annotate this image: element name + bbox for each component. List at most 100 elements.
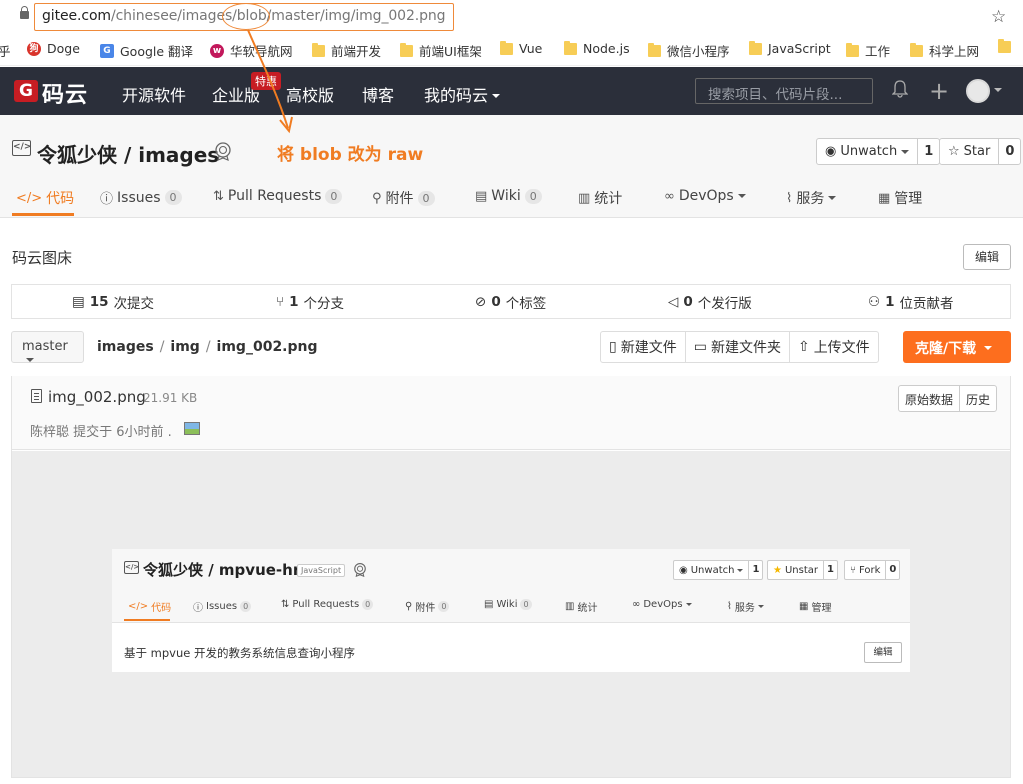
tab-count: 0	[325, 188, 343, 204]
medal-icon[interactable]	[214, 141, 232, 161]
stat-tags[interactable]: ⊘ 0 个标签	[475, 292, 546, 312]
new-folder-icon: ▭	[693, 339, 707, 355]
stat-contributors[interactable]: ⚇ 1 位贡献者	[868, 292, 954, 312]
preview-tab-pull-requests: ⇅ Pull Requests 0	[281, 599, 374, 610]
tab-wiki[interactable]: ▤ Wiki 0	[475, 188, 542, 204]
tab-issues[interactable]: ⓘ Issues 0	[100, 188, 182, 207]
browser-url-bar: gitee.com/chinesee/images/blob/master/im…	[0, 0, 1023, 34]
watch-count: 1	[748, 561, 762, 579]
new-file-button[interactable]: ▯ 新建文件	[601, 332, 686, 362]
stat-number: 1	[885, 294, 895, 310]
bookmark-item[interactable]: G Google 翻译	[100, 41, 193, 60]
new-folder-button[interactable]: ▭ 新建文件夹	[686, 332, 790, 362]
bookmark-folder[interactable]: 前端UI框架	[400, 41, 482, 60]
tab-label: Pull Requests	[227, 188, 322, 204]
bar-chart-icon: ▥	[565, 601, 575, 612]
file-view-buttons: 原始数据 历史	[898, 385, 998, 412]
plus-icon[interactable]: +	[929, 77, 949, 105]
stat-commits[interactable]: ▤ 15 次提交	[72, 292, 154, 312]
preview-tab-code: </> 代码	[128, 599, 171, 614]
pulse-icon: ⌇	[727, 601, 732, 612]
tab-statistics[interactable]: ▥ 统计	[578, 188, 622, 208]
bookmark-folder[interactable]: JavaScript	[749, 40, 831, 56]
upload-file-button[interactable]: ⇧ 上传文件	[790, 332, 878, 362]
star-count[interactable]: 0	[998, 139, 1020, 164]
tab-label: Issues	[206, 601, 238, 612]
tab-attachments[interactable]: ⚲ 附件 0	[372, 188, 435, 208]
bookmark-folder[interactable]: 科学上网	[910, 41, 979, 60]
bookmark-label: 前端UI框架	[419, 44, 482, 59]
file-name: img_002.png	[48, 388, 146, 406]
bookmark-folder[interactable]: Node.js	[564, 40, 630, 56]
preview-tab-devops: ∞ DevOps	[632, 599, 692, 610]
bookmark-star-icon[interactable]: ☆	[991, 7, 1006, 27]
breadcrumb-file: img_002.png	[216, 339, 318, 355]
watch-button[interactable]: ◉ Unwatch 1	[816, 138, 941, 165]
nav-blog[interactable]: 博客	[362, 82, 394, 106]
paperclip-icon: ⚲	[372, 190, 382, 206]
edit-description-button[interactable]: 编辑	[963, 244, 1011, 270]
branch-select[interactable]: master	[11, 331, 84, 363]
raw-button[interactable]: 原始数据	[899, 386, 961, 411]
gitee-logo-text[interactable]: 码云	[42, 77, 88, 109]
preview-watch-button: ◉ Unwatch 1	[673, 560, 764, 580]
blob-highlight-circle	[222, 3, 270, 30]
tab-devops[interactable]: ∞ DevOps	[664, 188, 746, 204]
bookmark-folder[interactable]	[998, 39, 1011, 53]
bookmark-folder[interactable]: 微信小程序	[648, 41, 730, 60]
tab-label: Pull Requests	[292, 599, 360, 610]
folder-icon	[500, 40, 513, 55]
chevron-down-icon[interactable]	[994, 88, 1002, 96]
bookmark-item[interactable]: 乎	[0, 41, 11, 60]
search-input[interactable]: 搜索项目、代码片段...	[695, 78, 873, 104]
history-button[interactable]: 历史	[960, 386, 996, 411]
bookmark-label: Node.js	[583, 41, 630, 56]
repo-title[interactable]: 令狐少侠 / images	[37, 139, 219, 168]
tab-count: 0	[524, 188, 542, 204]
chevron-down-icon	[492, 94, 501, 102]
stat-releases[interactable]: ◁ 0 个发行版	[668, 292, 752, 312]
tab-label: 附件	[415, 603, 436, 614]
breadcrumb-repo[interactable]: images	[97, 339, 154, 355]
stat-label: 个分支	[303, 296, 345, 312]
watch-count[interactable]: 1	[917, 139, 939, 164]
folder-icon	[998, 39, 1011, 53]
site-icon: w	[210, 43, 224, 58]
tab-pull-requests[interactable]: ⇅ Pull Requests 0	[213, 188, 343, 204]
gitee-logo-icon[interactable]: G	[14, 80, 38, 102]
bookmark-item[interactable]: 狗 Doge	[27, 41, 80, 56]
action-label: 新建文件夹	[710, 340, 781, 356]
tab-services[interactable]: ⌇ 服务	[786, 188, 837, 208]
preview-tab-wiki: ▤ Wiki 0	[484, 599, 532, 610]
stat-number: 0	[683, 294, 693, 310]
infinity-icon: ∞	[632, 599, 641, 610]
bookmark-folder[interactable]: 前端开发	[312, 41, 381, 60]
breadcrumb-folder[interactable]: img	[170, 339, 199, 355]
nav-my-gitee[interactable]: 我的码云	[424, 82, 501, 106]
star-button[interactable]: ☆ Star 0	[939, 138, 1022, 165]
watch-label: Unwatch	[840, 144, 898, 159]
bookmark-folder[interactable]: Vue	[500, 40, 542, 56]
book-icon: ▤	[475, 188, 488, 204]
clone-download-button[interactable]: 克隆/下载	[903, 331, 1011, 363]
preview-edit-button: 编辑	[864, 642, 902, 663]
stat-branches[interactable]: ⑂ 1 个分支	[276, 292, 344, 312]
tab-code[interactable]: </> 代码	[16, 188, 74, 208]
repo-description: 码云图床	[12, 249, 73, 267]
bookmark-label: JavaScript	[768, 41, 831, 56]
lock-icon	[20, 6, 29, 19]
stat-number: 1	[289, 294, 299, 310]
repo-tabs: </> 代码 ⓘ Issues 0 ⇅ Pull Requests 0 ⚲ 附件 0 ▤ Wik…	[0, 184, 1023, 218]
chevron-down-icon	[26, 358, 34, 366]
bookmark-label: 前端开发	[331, 44, 382, 59]
tab-label: Wiki	[491, 188, 521, 204]
fork-count: 0	[885, 561, 899, 579]
image-thumbnail-icon[interactable]	[184, 422, 200, 435]
tab-label: 管理	[811, 603, 832, 614]
nav-open-source[interactable]: 开源软件	[122, 82, 186, 106]
avatar[interactable]	[966, 79, 990, 103]
bookmark-folder[interactable]: 工作	[846, 41, 890, 60]
preview-tab-attachments: ⚲ 附件 0	[405, 599, 450, 614]
tab-manage[interactable]: ▦ 管理	[878, 188, 922, 208]
bell-icon[interactable]	[892, 80, 908, 98]
